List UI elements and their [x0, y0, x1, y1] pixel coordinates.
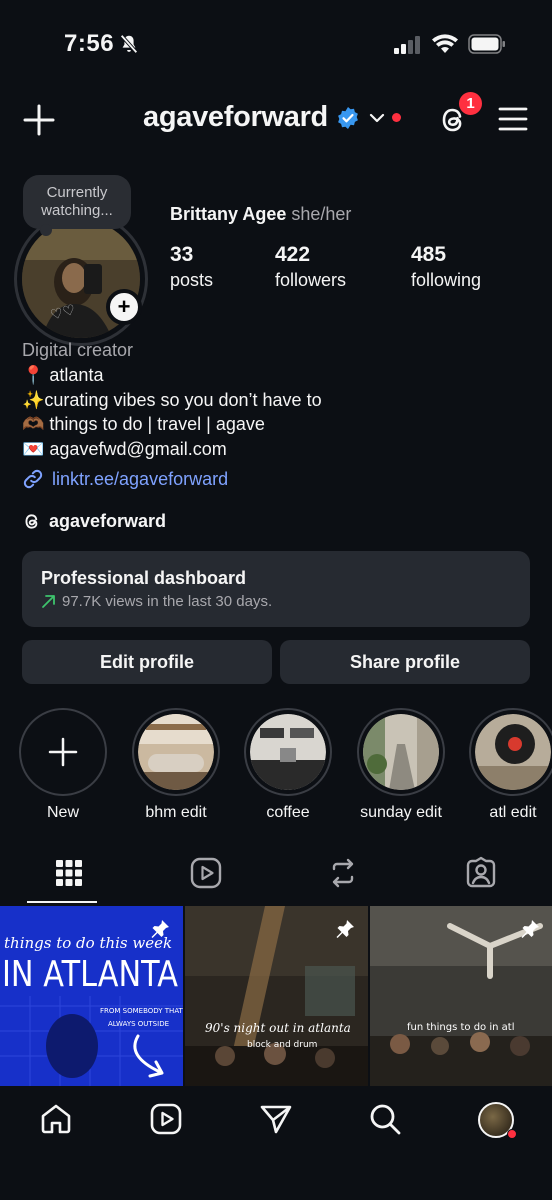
post-tile[interactable]: fun things to do in atl: [370, 906, 552, 1086]
display-name-row: Brittany Agee she/her: [170, 204, 351, 225]
home-icon[interactable]: [39, 1102, 73, 1136]
dashboard-subtitle: 97.7K views in the last 30 days.: [62, 593, 273, 610]
stat-posts-count: 33: [170, 243, 194, 266]
professional-dashboard[interactable]: Professional dashboard 97.7K views in th…: [22, 551, 530, 627]
stat-followers[interactable]: 422 followers: [275, 243, 346, 291]
post-tile[interactable]: things to do this week IN ATLANTA FROM S…: [0, 906, 183, 1086]
profile-tabs: [0, 850, 552, 904]
threads-profile-link[interactable]: agaveforward: [22, 511, 166, 532]
highlight-coffee[interactable]: coffee: [243, 708, 333, 822]
highlight-bhm-edit[interactable]: bhm edit: [131, 708, 221, 822]
account-switcher[interactable]: agaveforward: [143, 101, 401, 134]
highlight-cover: [138, 714, 214, 790]
verified-badge-icon: [338, 106, 358, 129]
highlight-cover: [250, 714, 326, 790]
highlight-ring: [357, 708, 445, 796]
bio-link[interactable]: linktr.ee/agaveforward: [22, 468, 542, 490]
reposts-icon[interactable]: [326, 856, 360, 890]
chevron-down-icon: [369, 113, 385, 122]
battery-icon: [468, 34, 505, 54]
highlight-atl-edit[interactable]: atl edit: [468, 708, 552, 822]
note-bubble[interactable]: Currently watching...: [23, 175, 131, 229]
tagged-icon[interactable]: [464, 856, 498, 890]
share-profile-button[interactable]: Share profile: [280, 640, 530, 684]
account-notification-dot: [391, 113, 401, 122]
wifi-icon: [432, 34, 458, 53]
highlight-ring: [132, 708, 220, 796]
profile-notification-dot: [507, 1129, 517, 1139]
highlight-sunday-edit[interactable]: sunday edit: [356, 708, 446, 822]
status-bar: 7:56: [0, 0, 552, 90]
post-tile[interactable]: 90's night out in atlanta block and drum: [185, 906, 368, 1086]
add-story-plus-icon[interactable]: +: [106, 289, 142, 325]
note-bubble-tail: [40, 224, 52, 236]
threads-notification-badge: 1: [457, 90, 484, 117]
bio-line-location: 📍 atlanta: [22, 365, 104, 385]
status-time: 7:56: [64, 30, 115, 57]
username: agaveforward: [143, 101, 328, 133]
highlight-label: coffee: [266, 804, 310, 821]
plus-icon: [48, 737, 78, 767]
threads-icon: [25, 514, 38, 529]
bio-line-tagline: ✨curating vibes so you don’t have to: [22, 389, 322, 410]
display-name: Brittany Agee: [170, 204, 287, 224]
active-tab-indicator: [27, 901, 97, 903]
highlight-cover: [363, 714, 439, 790]
bio-line-topics: 🫶🏾 things to do | travel | agave: [22, 414, 265, 434]
post-caption-line: IN ATLANTA: [2, 954, 178, 995]
stat-following[interactable]: 485 following: [411, 243, 481, 291]
highlight-label: New: [46, 804, 79, 821]
bio-line-email: 💌 agavefwd@gmail.com: [22, 438, 227, 459]
posts-grid-icon[interactable]: [52, 856, 86, 890]
post-caption-line: 90's night out in atlanta: [205, 1021, 351, 1035]
post-caption-line: fun things to do in atl: [407, 1022, 514, 1033]
highlight-label: atl edit: [489, 804, 537, 821]
stat-posts-label: posts: [170, 270, 214, 290]
stat-posts[interactable]: 33 posts: [170, 243, 213, 291]
link-icon: [23, 469, 43, 489]
bottom-navigation: [0, 1086, 552, 1200]
trend-up-icon: [42, 595, 55, 608]
dashboard-title: Professional dashboard: [41, 568, 247, 588]
create-plus-icon[interactable]: [22, 103, 56, 137]
highlight-new-ring: [19, 708, 107, 796]
edit-profile-button[interactable]: Edit profile: [22, 640, 272, 684]
threads-handle: agaveforward: [49, 511, 167, 531]
highlight-label: bhm edit: [145, 804, 207, 821]
stat-following-label: following: [411, 270, 482, 290]
bio: Digital creator 📍 atlanta ✨curating vibe…: [22, 340, 542, 490]
reels-icon[interactable]: [149, 1102, 183, 1136]
post-caption-line: block and drum: [247, 1040, 317, 1050]
stat-following-count: 485: [411, 243, 447, 266]
bell-slash-icon: [120, 34, 138, 54]
send-message-icon[interactable]: [259, 1102, 293, 1136]
pin-icon: [336, 920, 354, 938]
post-caption-line: things to do this week: [4, 934, 172, 952]
highlight-new[interactable]: New: [18, 708, 108, 822]
highlight-ring: [469, 708, 552, 796]
pronouns: she/her: [291, 204, 352, 224]
highlight-label: sunday edit: [360, 804, 442, 821]
bio-link-text: linktr.ee/agaveforward: [52, 468, 229, 489]
post-caption-line: ALWAYS OUTSIDE: [108, 1020, 169, 1028]
dashboard-subtitle-row: 97.7K views in the last 30 days.: [41, 593, 511, 610]
pin-icon: [521, 920, 539, 938]
reels-icon[interactable]: [189, 856, 223, 890]
stat-followers-count: 422: [275, 243, 311, 266]
search-icon[interactable]: [368, 1102, 402, 1136]
hamburger-menu-icon[interactable]: [497, 105, 529, 133]
cellular-signal-icon: [394, 36, 420, 54]
pin-icon: [151, 920, 169, 938]
profile-category: Digital creator: [22, 340, 134, 360]
post-caption-line: FROM SOMEBODY THAT IS: [100, 1007, 183, 1015]
highlight-cover: [475, 714, 551, 790]
profile-header: agaveforward 1: [0, 90, 552, 147]
stat-followers-label: followers: [275, 270, 347, 290]
highlight-ring: [244, 708, 332, 796]
post-grid: things to do this week IN ATLANTA FROM S…: [0, 906, 552, 1086]
